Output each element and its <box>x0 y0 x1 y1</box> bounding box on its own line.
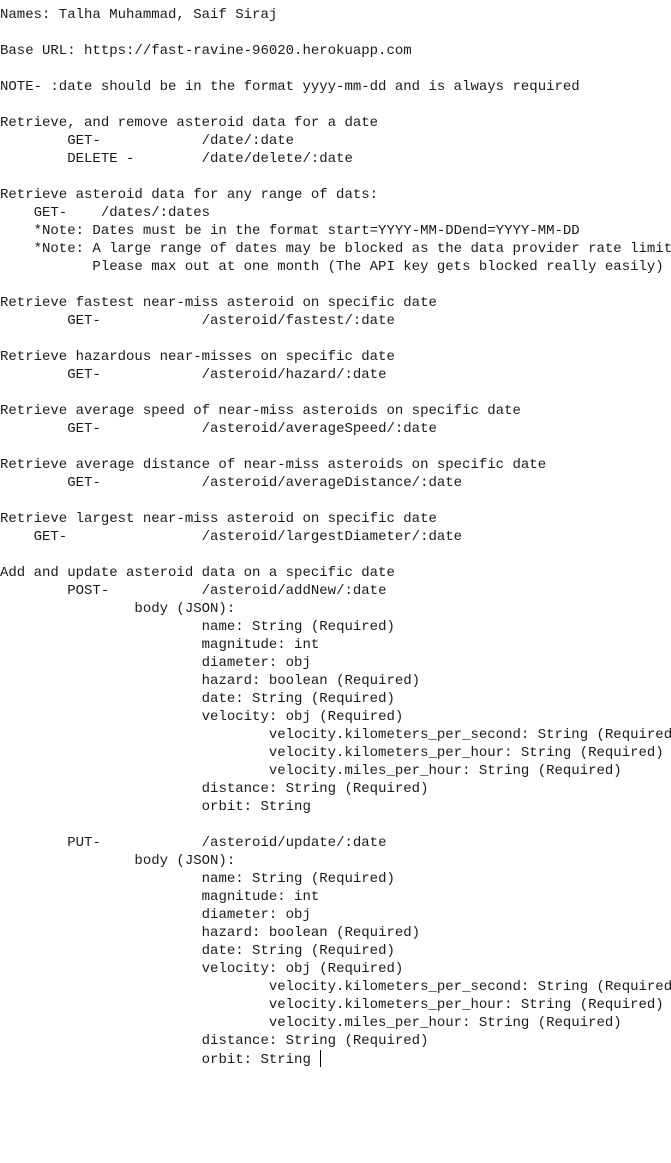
document-line: DELETE - /date/delete/:date <box>0 151 353 167</box>
document-line: orbit: String <box>0 1050 671 1068</box>
document-line: ​ <box>0 96 671 114</box>
document-line: velocity.kilometers_per_second: String (… <box>0 727 671 743</box>
document-line: NOTE- :date should be in the format yyyy… <box>0 79 580 95</box>
document-line: ​ <box>0 330 671 348</box>
document-line: Retrieve hazardous near-misses on specif… <box>0 349 395 365</box>
document-line: name: String (Required) <box>0 871 395 887</box>
document-line: GET- /asteroid/hazard/:date <box>0 367 387 383</box>
document-line: GET- /asteroid/fastest/:date <box>0 313 395 329</box>
document-line: ​ <box>0 546 671 564</box>
document-line: ​ <box>0 276 671 294</box>
document-line: velocity.miles_per_hour: String (Require… <box>0 763 622 779</box>
document-line: GET- /dates/:dates <box>0 205 211 221</box>
document-line: hazard: boolean (Required) <box>0 925 421 941</box>
document-line: Add and update asteroid data on a specif… <box>0 565 395 581</box>
document-line: ​ <box>0 438 671 456</box>
document-line: Retrieve average speed of near-miss aste… <box>0 403 521 419</box>
document-line: ​ <box>0 384 671 402</box>
document-line: hazard: boolean (Required) <box>0 673 421 689</box>
document-line: orbit: String <box>0 799 311 815</box>
document-line: POST- /asteroid/addNew/:date <box>0 583 387 599</box>
document-line: velocity.kilometers_per_hour: String (Re… <box>0 997 664 1013</box>
document-line: magnitude: int <box>0 637 320 653</box>
document-line: GET- /asteroid/averageDistance/:date <box>0 475 463 491</box>
document-line: Retrieve, and remove asteroid data for a… <box>0 115 379 131</box>
document-line: Base URL: https://fast-ravine-96020.hero… <box>0 43 412 59</box>
document-line: velocity.kilometers_per_hour: String (Re… <box>0 745 664 761</box>
document-line: Names: Talha Muhammad, Saif Siraj <box>0 7 278 23</box>
document-line: PUT- /asteroid/update/:date <box>0 835 387 851</box>
document-line: velocity.kilometers_per_second: String (… <box>0 979 671 995</box>
document-line: Please max out at one month (The API key… <box>0 259 664 275</box>
document-line: ​ <box>0 492 671 510</box>
document-line: ​ <box>0 816 671 834</box>
document-line: Retrieve largest near-miss asteroid on s… <box>0 511 437 527</box>
document-line: velocity: obj (Required) <box>0 709 404 725</box>
document-line: distance: String (Required) <box>0 1033 429 1049</box>
document-line: ​ <box>0 24 671 42</box>
document-line: velocity: obj (Required) <box>0 961 404 977</box>
document-line: distance: String (Required) <box>0 781 429 797</box>
document-line: body (JSON): <box>0 601 236 617</box>
document-line: velocity.miles_per_hour: String (Require… <box>0 1015 622 1031</box>
document-line: GET- /date/:date <box>0 133 295 149</box>
document-line: date: String (Required) <box>0 691 395 707</box>
document-line: GET- /asteroid/largestDiameter/:date <box>0 529 463 545</box>
document-line: *Note: Dates must be in the format start… <box>0 223 580 239</box>
document-line: *Note: A large range of dates may be blo… <box>0 241 671 257</box>
document-line: date: String (Required) <box>0 943 395 959</box>
document-line: body (JSON): <box>0 853 236 869</box>
document-text[interactable]: Names: Talha Muhammad, Saif Siraj​Base U… <box>0 6 671 1068</box>
document-line: magnitude: int <box>0 889 320 905</box>
document-line: Retrieve fastest near-miss asteroid on s… <box>0 295 437 311</box>
document-line: GET- /asteroid/averageSpeed/:date <box>0 421 437 437</box>
document-line: ​ <box>0 60 671 78</box>
document-line: diameter: obj <box>0 907 311 923</box>
document-line: Retrieve average distance of near-miss a… <box>0 457 547 473</box>
document-line: name: String (Required) <box>0 619 395 635</box>
text-editor-area[interactable]: Names: Talha Muhammad, Saif Siraj​Base U… <box>0 0 671 1163</box>
text-cursor <box>319 1050 321 1067</box>
document-line: ​ <box>0 168 671 186</box>
document-line: diameter: obj <box>0 655 311 671</box>
document-line: Retrieve asteroid data for any range of … <box>0 187 379 203</box>
